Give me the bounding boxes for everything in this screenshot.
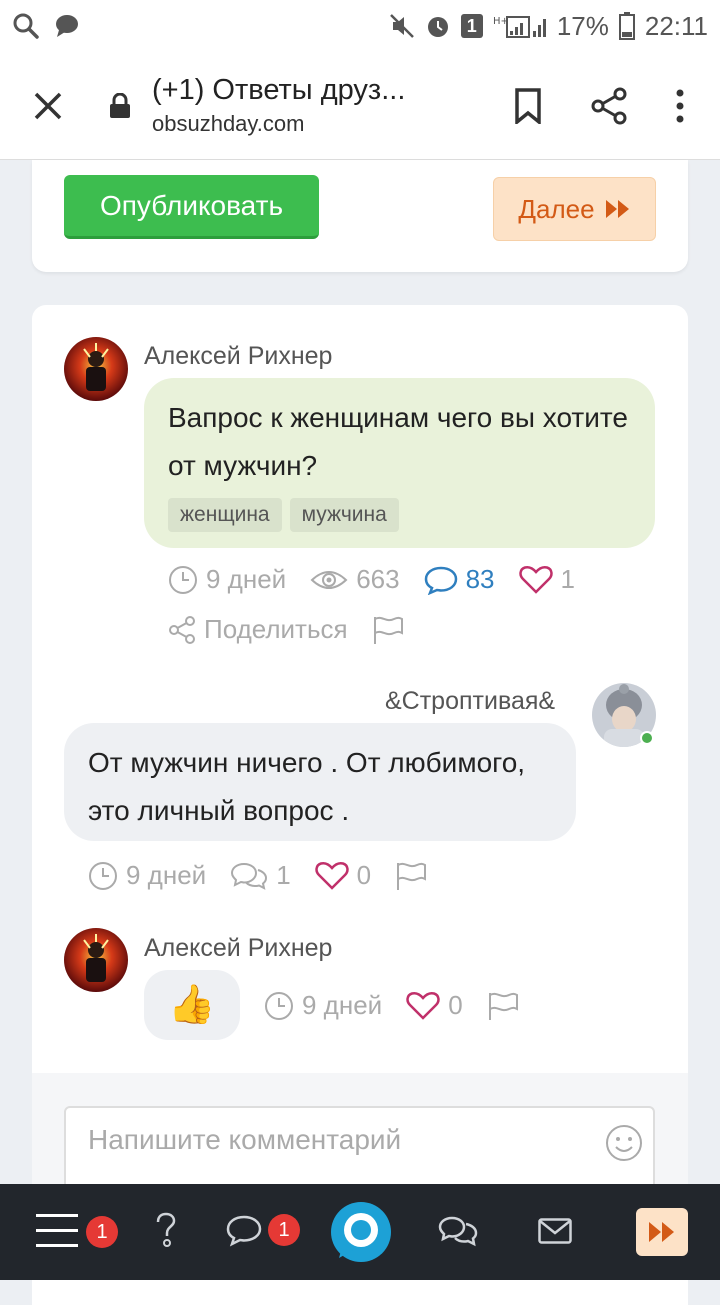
emoji-icon[interactable] [604,1123,644,1163]
view-count: 663 [310,564,400,595]
battery-icon [618,12,635,40]
comment-placeholder: Напишите комментарий [88,1124,402,1155]
clock-icon [169,565,197,594]
page-url[interactable]: obsuzhday.com [152,111,442,137]
share-link[interactable]: Поделиться [168,614,348,645]
mute-icon [389,14,414,38]
clock-icon [265,991,293,1020]
next-nav-button[interactable] [636,1208,688,1256]
next-button-label: Далее [518,193,595,224]
mail-icon [538,1218,572,1244]
logo-icon [331,1202,391,1262]
clock: 22:11 [644,10,708,41]
page-title: (+1) Ответы друз... [152,74,406,106]
publish-button[interactable]: Опубликовать [64,175,319,239]
questions-button[interactable] [152,1212,180,1250]
reply2-meta: 9 дней 0 [264,990,543,1021]
flag-icon [373,616,403,644]
fast-forward-icon [605,200,629,218]
status-bar: 1 H+ 17% 22:11 [0,0,720,52]
message-icon [226,1215,262,1247]
avatar[interactable] [64,337,128,401]
question-mark-icon [156,1212,176,1247]
views-label: 663 [356,564,400,594]
actions-card: Опубликовать Далее [32,160,688,272]
discussions-button[interactable] [438,1215,478,1249]
lock-icon [110,92,130,118]
time-label: 9 дней [206,564,287,594]
report-button[interactable] [372,615,404,645]
time-label: 9 дней [126,860,207,890]
avatar[interactable] [64,928,128,992]
share-icon[interactable] [590,87,628,125]
reply2-emoji: 👍 [144,970,240,1040]
flag-icon [488,992,518,1020]
report-button[interactable] [487,991,519,1021]
reply2-author-name[interactable]: Алексей Рихнер [144,934,332,963]
question-text: Вапрос к женщинам чего вы хотите от мужч… [168,402,628,481]
tag[interactable]: женщина [168,498,282,532]
post-time: 9 дней [88,860,206,891]
messages-badge: 1 [268,1214,300,1246]
comments-count: 1 [276,860,291,890]
flag-icon [397,862,427,890]
sim-badge: 1 [460,14,483,38]
like-button[interactable]: 0 [314,860,372,891]
online-indicator [640,731,654,745]
like-button[interactable]: 0 [406,990,463,1021]
time-label: 9 дней [302,990,383,1020]
menu-badge: 1 [86,1216,118,1248]
share-label: Поделиться [204,614,348,644]
comment-form: Напишите комментарий [32,1073,688,1226]
share-icon [169,615,195,644]
post-time: 9 дней [168,564,286,595]
more-menu-icon[interactable] [676,89,684,123]
eye-icon [310,570,348,589]
mail-button[interactable] [538,1218,572,1244]
comments-link[interactable]: 83 [424,564,495,595]
hamburger-icon [36,1214,78,1247]
question-meta: 9 дней 663 83 1 [168,564,599,595]
reply-author-name[interactable]: &Строптивая& [385,687,555,716]
browser-toolbar: (+1) Ответы друз... obsuzhday.com [0,52,720,160]
author-name[interactable]: Алексей Рихнер [144,342,332,371]
reply-comments-link[interactable]: 1 [230,860,291,891]
comments-icon [231,862,268,890]
heart-icon [314,861,349,890]
likes-count: 0 [356,860,372,890]
close-button[interactable] [0,52,96,159]
comments-count: 83 [465,564,495,594]
close-icon [34,92,62,119]
reply-text: От мужчин ничего . От любимого, это личн… [64,723,576,841]
alarm-icon [427,17,448,37]
bottom-nav: 1 1 [0,1184,720,1280]
clock-icon [89,861,117,890]
chat-notification-icon [56,15,78,37]
bookmark-icon[interactable] [514,87,542,124]
home-button[interactable] [329,1200,393,1264]
like-button[interactable]: 1 [518,564,575,595]
heart-icon [406,991,440,1020]
question-bubble: Вапрос к женщинам чего вы хотите от мужч… [144,378,655,548]
discussions-icon [438,1216,478,1247]
comment-icon [424,566,457,595]
menu-button[interactable] [36,1214,78,1248]
battery-percent: 17% [556,10,609,41]
likes-count: 0 [448,990,463,1020]
tag[interactable]: мужчина [289,498,399,532]
report-button[interactable] [395,861,427,891]
discussion-card: Алексей Рихнер Вапрос к женщинам чего вы… [32,305,688,1305]
heart-icon [518,565,553,594]
fast-forward-icon [649,1222,674,1242]
messages-button[interactable] [226,1214,262,1248]
search-icon [13,13,39,39]
signal-icon: H+ [493,16,546,38]
likes-count: 1 [560,564,575,594]
question-secondary-actions: Поделиться [168,614,428,645]
post-time: 9 дней [264,990,382,1021]
reply-meta: 9 дней 1 0 [88,860,451,891]
tag-list: женщина мужчина [168,498,631,532]
next-button[interactable]: Далее [493,177,656,241]
